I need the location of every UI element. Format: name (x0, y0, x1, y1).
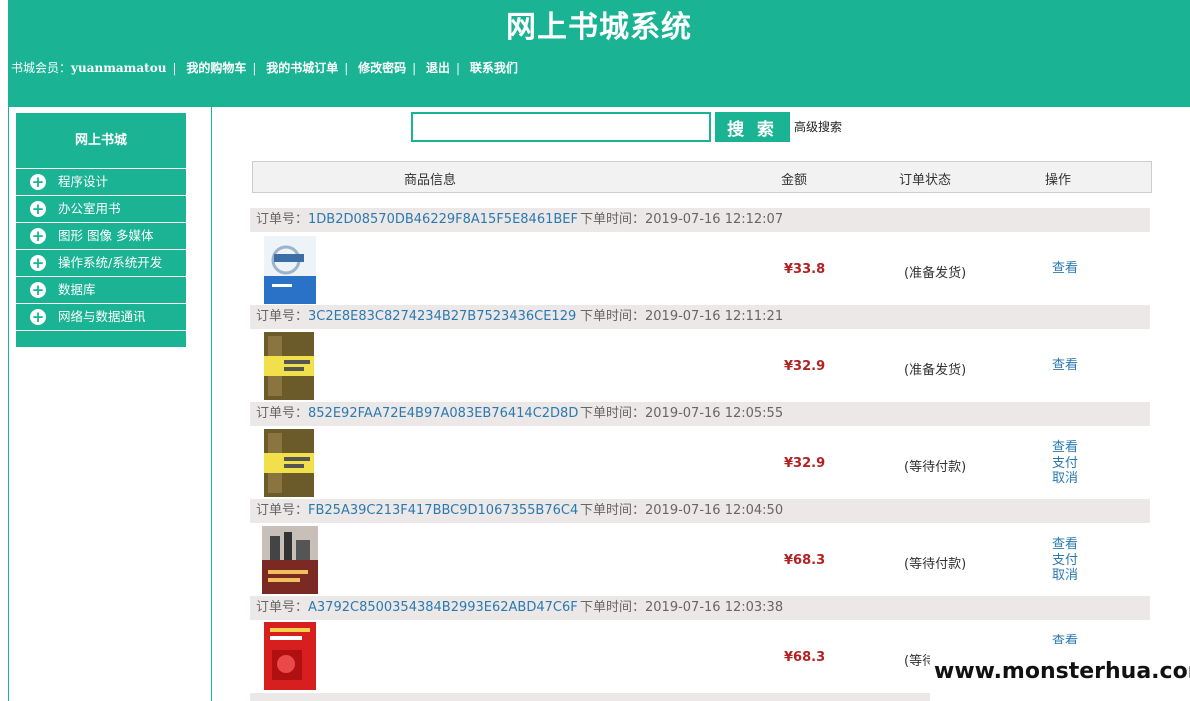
category-label: 网络与数据通讯 (58, 309, 146, 324)
view-order-link[interactable]: 查看 (1052, 358, 1078, 374)
plus-icon: + (30, 253, 46, 272)
order-number-label: 订单号： (256, 503, 309, 518)
order-number: A3792C8500354384B2993E62ABD47C6F (308, 600, 578, 615)
order-number: 1DB2D08570DB46229F8A15F5E8461BEF (308, 212, 578, 227)
order-status: (准备发货) (904, 266, 967, 281)
book-cover-image[interactable] (264, 622, 316, 690)
order-time-label: 下单时间： (580, 212, 646, 227)
book-cover-image[interactable] (264, 332, 314, 400)
search-button[interactable]: 搜 索 (715, 112, 790, 142)
order-actions: 查看 (1052, 261, 1078, 277)
order-header-row-partial (250, 693, 930, 701)
top-nav: 书城会员：yuanmamatou | 我的购物车 | 我的书城订单 | 修改密码 | 退… (11, 61, 518, 75)
nav-orders-link[interactable]: 我的书城订单 (266, 61, 338, 75)
category-graphics[interactable]: + 图形 图像 多媒体 (16, 223, 186, 250)
plus-icon: + (30, 307, 46, 326)
category-os[interactable]: + 操作系统/系统开发 (16, 250, 186, 277)
book-cover-image[interactable] (264, 429, 314, 497)
sidebar-title: 网上书城 (16, 113, 186, 169)
plus-icon: + (30, 280, 46, 299)
column-header-info: 商品信息 (404, 173, 457, 188)
category-label: 图形 图像 多媒体 (58, 228, 154, 243)
plus-icon: + (30, 172, 46, 191)
order-number-label: 订单号： (256, 212, 309, 227)
pay-order-link[interactable]: 支付 (1052, 456, 1078, 472)
order-time: 2019-07-16 12:03:38 (645, 600, 784, 615)
order-header-row: 订单号：A3792C8500354384B2993E62ABD47C6F 下单时… (250, 596, 1150, 620)
category-programming[interactable]: + 程序设计 (16, 169, 186, 196)
order-number: 3C2E8E83C8274234B27B7523436CE129 (308, 309, 577, 324)
order-price: ¥32.9 (784, 359, 826, 374)
order-status: (等待付款) (904, 557, 967, 572)
category-label: 程序设计 (58, 174, 109, 189)
order-time: 2019-07-16 12:04:50 (645, 503, 784, 518)
order-header-row: 订单号：3C2E8E83C8274234B27B7523436CE129 下单时… (250, 305, 1150, 329)
order-status: (等待付款) (904, 460, 967, 475)
order-price: ¥68.3 (784, 553, 826, 568)
order-time: 2019-07-16 12:05:55 (645, 406, 784, 421)
order-number: FB25A39C213F417BBC9D1067355B76C4 (308, 503, 579, 518)
plus-icon: + (30, 226, 46, 245)
nav-change-password-link[interactable]: 修改密码 (358, 61, 406, 75)
order-time-label: 下单时间： (580, 309, 646, 324)
category-office[interactable]: + 办公室用书 (16, 196, 186, 223)
category-label: 数据库 (58, 282, 96, 297)
column-header-status: 订单状态 (899, 173, 952, 188)
order-time-label: 下单时间： (580, 600, 646, 615)
nav-contact-link[interactable]: 联系我们 (470, 61, 518, 75)
category-label: 操作系统/系统开发 (58, 255, 163, 270)
member-label: 书城会员： (11, 61, 72, 75)
search-input[interactable] (411, 112, 711, 142)
order-number-label: 订单号： (256, 309, 309, 324)
order-price: ¥32.9 (784, 456, 826, 471)
book-cover-image[interactable] (264, 236, 316, 304)
category-sidebar: 网上书城 + 程序设计 + 办公室用书 + 图形 图像 多媒体 + 操作系统/系统开发 … (16, 113, 186, 347)
category-network[interactable]: + 网络与数据通讯 (16, 304, 186, 331)
order-status: (准备发货) (904, 363, 967, 378)
order-header-row: 订单号：852E92FAA72E4B97A083EB76414C2D8D 下单时… (250, 402, 1150, 426)
view-order-link[interactable]: 查看 (1052, 261, 1078, 277)
order-actions: 查看 支付 取消 (1052, 440, 1078, 487)
order-header-row: 订单号：FB25A39C213F417BBC9D1067355B76C4 下单时… (250, 499, 1150, 523)
order-price: ¥68.3 (784, 650, 826, 665)
view-order-link[interactable]: 查看 (1052, 537, 1078, 553)
member-info: 书城会员：yuanmamatou (11, 61, 166, 75)
nav-logout-link[interactable]: 退出 (426, 61, 450, 75)
order-price: ¥33.8 (784, 262, 826, 277)
order-number-label: 订单号： (256, 600, 309, 615)
order-time: 2019-07-16 12:12:07 (645, 212, 784, 227)
order-time-label: 下单时间： (580, 503, 646, 518)
column-header-amount: 金额 (781, 173, 808, 188)
site-title: 网上书城系统 (506, 10, 692, 45)
order-actions: 查看 支付 取消 (1052, 537, 1078, 584)
order-table-header: 商品信息 金额 订单状态 操作 (252, 161, 1152, 193)
cancel-order-link[interactable]: 取消 (1052, 471, 1078, 487)
order-number: 852E92FAA72E4B97A083EB76414C2D8D (308, 406, 579, 421)
order-header-row: 订单号：1DB2D08570DB46229F8A15F5E8461BEF 下单时… (250, 208, 1150, 232)
order-actions: 查看 (1052, 358, 1078, 374)
category-database[interactable]: + 数据库 (16, 277, 186, 304)
view-order-link[interactable]: 查看 (1052, 440, 1078, 456)
watermark-text: www.monsterhua.com (930, 652, 1190, 694)
order-time: 2019-07-16 12:11:21 (645, 309, 784, 324)
header-bar: 网上书城系统 书城会员：yuanmamatou | 我的购物车 | 我的书城订单 | … (8, 0, 1190, 107)
order-actions: 查看 支付 取消 (1052, 634, 1078, 644)
advanced-search-link[interactable]: 高级搜索 (794, 118, 842, 135)
pay-order-link[interactable]: 支付 (1052, 553, 1078, 569)
order-time-label: 下单时间： (580, 406, 646, 421)
view-order-link[interactable]: 查看 (1052, 634, 1078, 644)
book-cover-image[interactable] (262, 526, 318, 594)
category-label: 办公室用书 (58, 201, 121, 216)
member-name: yuanmamatou (71, 61, 167, 75)
column-header-ops: 操作 (1045, 173, 1072, 188)
order-number-label: 订单号： (256, 406, 309, 421)
plus-icon: + (30, 199, 46, 218)
nav-cart-link[interactable]: 我的购物车 (186, 61, 246, 75)
cancel-order-link[interactable]: 取消 (1052, 568, 1078, 584)
